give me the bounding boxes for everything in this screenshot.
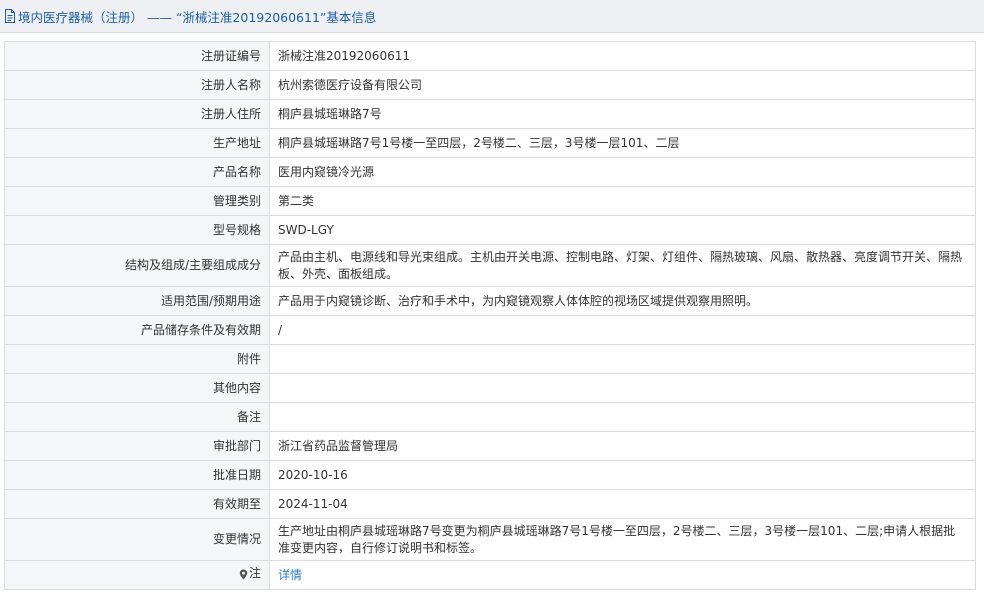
info-table: 注册证编号 浙械注准20192060611 注册人名称 杭州索德医疗设备有限公司… bbox=[4, 41, 976, 590]
table-row: 其他内容 bbox=[4, 373, 976, 403]
row-label: 生产地址 bbox=[4, 128, 270, 158]
row-value: 桐庐县城瑶琳路7号 bbox=[269, 99, 976, 129]
table-row: 备注 bbox=[4, 402, 976, 432]
row-label: 审批部门 bbox=[4, 431, 270, 461]
row-label: 有效期至 bbox=[4, 489, 270, 519]
row-value: 详情 bbox=[269, 560, 976, 590]
row-value: 产品由主机、电源线和导光束组成。主机由开关电源、控制电路、灯架、灯组件、隔热玻璃… bbox=[269, 244, 976, 287]
table-row: 批准日期 2020-10-16 bbox=[4, 460, 976, 490]
note-label-text: 注 bbox=[248, 566, 261, 580]
table-row: 有效期至 2024-11-04 bbox=[4, 489, 976, 519]
row-value bbox=[269, 344, 976, 374]
row-label: 注册证编号 bbox=[4, 41, 270, 71]
row-label: 其他内容 bbox=[4, 373, 270, 403]
row-value: 浙械注准20192060611 bbox=[269, 41, 976, 71]
page-header: 境内医疗器械（注册） —— “浙械注准20192060611”基本信息 bbox=[0, 0, 984, 33]
note-row-label: 注 bbox=[4, 560, 270, 590]
table-row: 审批部门 浙江省药品监督管理局 bbox=[4, 431, 976, 461]
row-label: 型号规格 bbox=[4, 215, 270, 245]
row-label: 注册人名称 bbox=[4, 70, 270, 100]
info-table-wrapper: 注册证编号 浙械注准20192060611 注册人名称 杭州索德医疗设备有限公司… bbox=[4, 41, 976, 590]
row-label: 批准日期 bbox=[4, 460, 270, 490]
table-row: 型号规格 SWD-LGY bbox=[4, 215, 976, 245]
row-value: 杭州索德医疗设备有限公司 bbox=[269, 70, 976, 100]
row-label: 附件 bbox=[4, 344, 270, 374]
row-value: / bbox=[269, 315, 976, 345]
table-row: 适用范围/预期用途 产品用于内窥镜诊断、治疗和手术中，为内窥镜观察人体体腔的视场… bbox=[4, 286, 976, 316]
table-row: 管理类别 第二类 bbox=[4, 186, 976, 216]
row-value bbox=[269, 373, 976, 403]
row-value: 医用内窥镜冷光源 bbox=[269, 157, 976, 187]
page-title: 境内医疗器械（注册） —— “浙械注准20192060611”基本信息 bbox=[18, 9, 377, 25]
row-value: 第二类 bbox=[269, 186, 976, 216]
table-row: 注册人名称 杭州索德医疗设备有限公司 bbox=[4, 70, 976, 100]
row-label: 管理类别 bbox=[4, 186, 270, 216]
row-label: 变更情况 bbox=[4, 518, 270, 561]
note-label: 注 bbox=[239, 565, 261, 582]
row-label: 注册人住所 bbox=[4, 99, 270, 129]
row-label: 适用范围/预期用途 bbox=[4, 286, 270, 316]
row-label: 产品储存条件及有效期 bbox=[4, 315, 270, 345]
row-value: 产品用于内窥镜诊断、治疗和手术中，为内窥镜观察人体体腔的视场区域提供观察用照明。 bbox=[269, 286, 976, 316]
row-label: 结构及组成/主要组成成分 bbox=[4, 244, 270, 287]
table-row: 注册证编号 浙械注准20192060611 bbox=[4, 41, 976, 71]
document-icon bbox=[4, 9, 16, 23]
table-row: 结构及组成/主要组成成分 产品由主机、电源线和导光束组成。主机由开关电源、控制电… bbox=[4, 244, 976, 287]
table-row: 注册人住所 桐庐县城瑶琳路7号 bbox=[4, 99, 976, 129]
row-value: 桐庐县城瑶琳路7号1号楼一至四层，2号楼二、三层，3号楼一层101、二层 bbox=[269, 128, 976, 158]
row-value: 生产地址由桐庐县城瑶琳路7号变更为桐庐县城瑶琳路7号1号楼一至四层，2号楼二、三… bbox=[269, 518, 976, 561]
table-row: 注 详情 bbox=[4, 560, 976, 590]
row-value: 浙江省药品监督管理局 bbox=[269, 431, 976, 461]
row-value: 2024-11-04 bbox=[269, 489, 976, 519]
pin-icon bbox=[239, 568, 248, 580]
table-row: 变更情况 生产地址由桐庐县城瑶琳路7号变更为桐庐县城瑶琳路7号1号楼一至四层，2… bbox=[4, 518, 976, 561]
details-link[interactable]: 详情 bbox=[278, 568, 302, 582]
row-value: 2020-10-16 bbox=[269, 460, 976, 490]
table-row: 生产地址 桐庐县城瑶琳路7号1号楼一至四层，2号楼二、三层，3号楼一层101、二… bbox=[4, 128, 976, 158]
row-value: SWD-LGY bbox=[269, 215, 976, 245]
table-row: 附件 bbox=[4, 344, 976, 374]
row-label: 产品名称 bbox=[4, 157, 270, 187]
table-row: 产品名称 医用内窥镜冷光源 bbox=[4, 157, 976, 187]
row-label: 备注 bbox=[4, 402, 270, 432]
row-value bbox=[269, 402, 976, 432]
table-row: 产品储存条件及有效期 / bbox=[4, 315, 976, 345]
